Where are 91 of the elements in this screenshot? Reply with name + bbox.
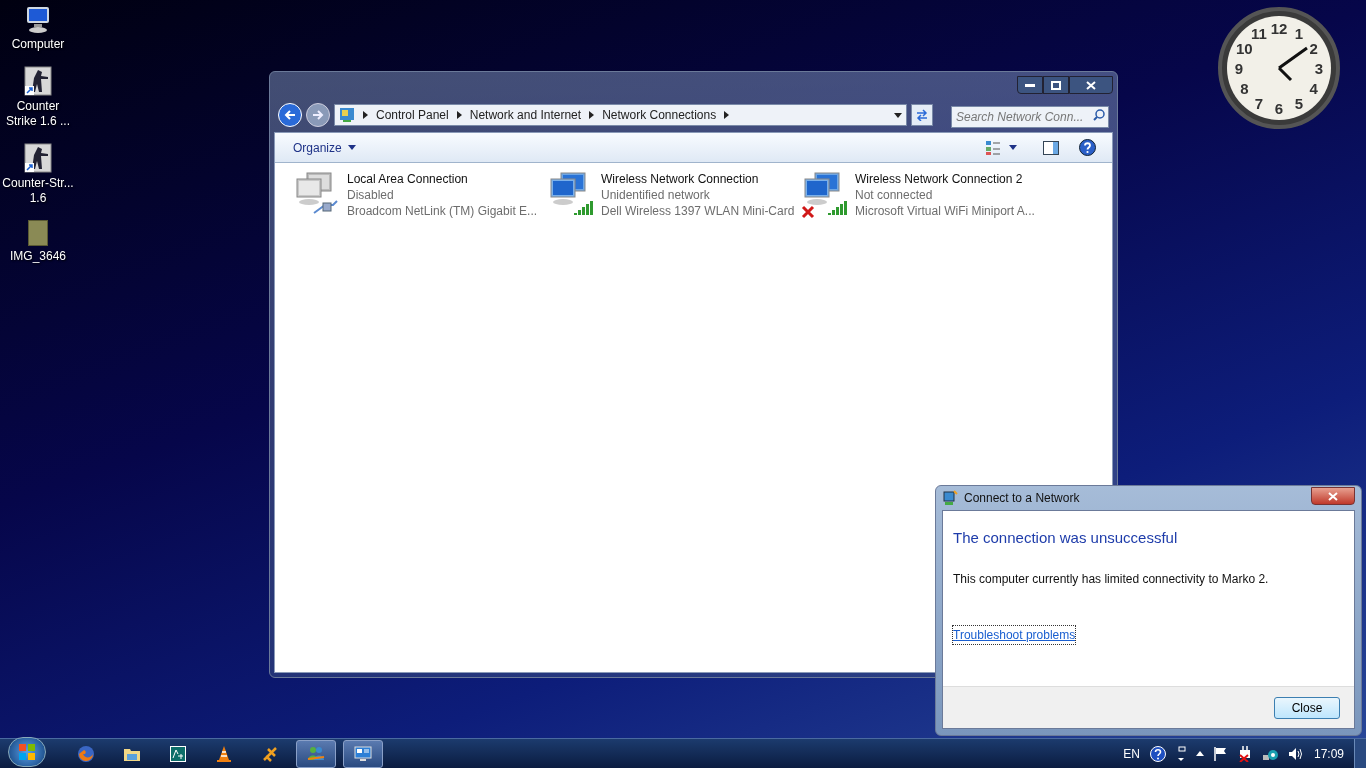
soldier-shortcut-icon (24, 66, 52, 96)
minimize-button[interactable] (1017, 76, 1043, 94)
fox-globe-icon (76, 744, 95, 763)
help-button[interactable] (1079, 139, 1096, 156)
language-indicator[interactable]: EN (1123, 744, 1140, 763)
image-thumbnail (28, 220, 48, 246)
flag-icon (1213, 746, 1228, 761)
desktop-icon-label[interactable]: Computer (0, 37, 76, 52)
close-button[interactable] (1069, 76, 1113, 94)
clock-numeral: 10 (1235, 41, 1254, 56)
close-icon (1086, 80, 1096, 90)
traffic-cone-icon (215, 744, 232, 763)
dropdown-caret-icon (894, 112, 902, 118)
show-desktop-button[interactable] (1354, 738, 1366, 768)
connection-name: Wireless Network Connection (601, 171, 760, 187)
dialog-message: This computer currently has limited connectivity to Marko 2. (953, 570, 1270, 588)
clock-numeral: 8 (1239, 81, 1250, 96)
organize-button[interactable]: Organize (285, 138, 364, 157)
refresh-arrows-icon (915, 109, 929, 121)
connection-status: Disabled (347, 187, 395, 203)
troubleshoot-link[interactable]: Troubleshoot problems (953, 625, 1076, 644)
close-icon (1328, 491, 1338, 501)
control-panel-icon (339, 107, 355, 123)
close-button[interactable] (1311, 487, 1355, 505)
network-wizard-icon (942, 490, 958, 506)
dialog-heading: The connection was unsuccessful (953, 528, 1179, 548)
connection-name: Local Area Connection (347, 171, 469, 187)
signal-bars-icon (573, 201, 595, 217)
clock-numeral: 12 (1269, 21, 1289, 36)
forward-button[interactable] (306, 103, 330, 127)
wrench-icon (261, 745, 278, 762)
help-icon (1149, 745, 1166, 762)
search-field[interactable]: Search Network Conn... (951, 106, 1109, 128)
refresh-button[interactable] (911, 104, 933, 126)
close-dialog-button[interactable]: Close (1274, 696, 1340, 719)
desktop-icon-label[interactable]: Counter Strike 1.6 ... (0, 99, 76, 129)
maximize-icon (1051, 80, 1061, 90)
chevron-right-icon (456, 111, 462, 119)
breadcrumb-item[interactable]: Network and Internet (469, 106, 582, 124)
clock-numeral: 2 (1308, 41, 1319, 56)
power-plug-icon (1237, 745, 1252, 762)
diagram-icon (169, 745, 186, 762)
chevron-right-icon (724, 111, 730, 119)
clock-numeral: 9 (1233, 61, 1245, 76)
back-arrow-icon (284, 110, 296, 120)
adapter-name: Broadcom NetLink (TM) Gigabit E... (347, 203, 538, 219)
caret-icon (347, 145, 356, 150)
clock-time[interactable]: 17:09 (1313, 744, 1344, 763)
connection-status: Not connected (855, 187, 934, 203)
clock-numeral: 4 (1308, 81, 1319, 96)
people-icon (306, 745, 326, 762)
monitor-icon (354, 745, 372, 762)
maximize-button[interactable] (1043, 76, 1069, 94)
clock-numeral: 5 (1293, 95, 1305, 111)
caret-icon (1009, 145, 1017, 150)
taskbar-button[interactable] (343, 739, 383, 768)
desktop-icon-label[interactable]: IMG_3646 (0, 249, 76, 264)
speaker-icon (1287, 746, 1304, 761)
connection-name: Wireless Network Connection 2 (855, 171, 1024, 187)
desktop-icon-label[interactable]: Counter-Str... 1.6 (0, 176, 76, 206)
chevron-right-icon (589, 111, 595, 119)
adapter-name: Dell Wireless 1397 WLAN Mini-Card (601, 203, 795, 219)
preview-pane-icon (1043, 140, 1059, 155)
forward-arrow-icon (312, 110, 324, 120)
network-cable-icon (313, 199, 339, 215)
clock-numeral: 11 (1250, 26, 1268, 42)
adapter-name: Microsoft Virtual WiFi Miniport A... (855, 203, 1035, 219)
clock-numeral: 3 (1313, 61, 1325, 76)
start-button[interactable] (8, 736, 46, 767)
back-button[interactable] (278, 103, 302, 127)
breadcrumb-item[interactable]: Control Panel (376, 106, 449, 124)
soldier-shortcut-icon (24, 143, 52, 173)
dialog-title: Connect to a Network (964, 490, 1080, 507)
clock-hands-drawing (1277, 46, 1309, 82)
show-hidden-icons-icon (1195, 751, 1204, 756)
breadcrumb-item[interactable]: Network Connections (602, 106, 717, 124)
minimize-icon (1025, 83, 1035, 87)
clock-numeral: 7 (1253, 95, 1265, 111)
connection-item[interactable]: Wireless Network Connection 2 Not connected Microsoft Virtual WiFi Miniport A... (801, 171, 1045, 219)
help-icon (1079, 139, 1096, 156)
connection-item[interactable]: Local Area Connection Disabled Broadcom NetLink (TM) Gigabit E... (293, 171, 537, 219)
clock-numeral: 6 (1273, 101, 1285, 116)
window-switch-icon (1175, 745, 1186, 762)
connection-status: Unidentified network (601, 187, 711, 203)
chevron-right-icon (363, 111, 368, 119)
signal-bars-icon (827, 201, 849, 217)
clock-numeral: 1 (1293, 26, 1305, 42)
address-bar[interactable]: Control Panel Network and Internet Network Connections (334, 104, 907, 126)
view-list-icon (985, 139, 1001, 156)
windows-logo-icon (18, 742, 36, 761)
search-icon (1093, 109, 1105, 121)
